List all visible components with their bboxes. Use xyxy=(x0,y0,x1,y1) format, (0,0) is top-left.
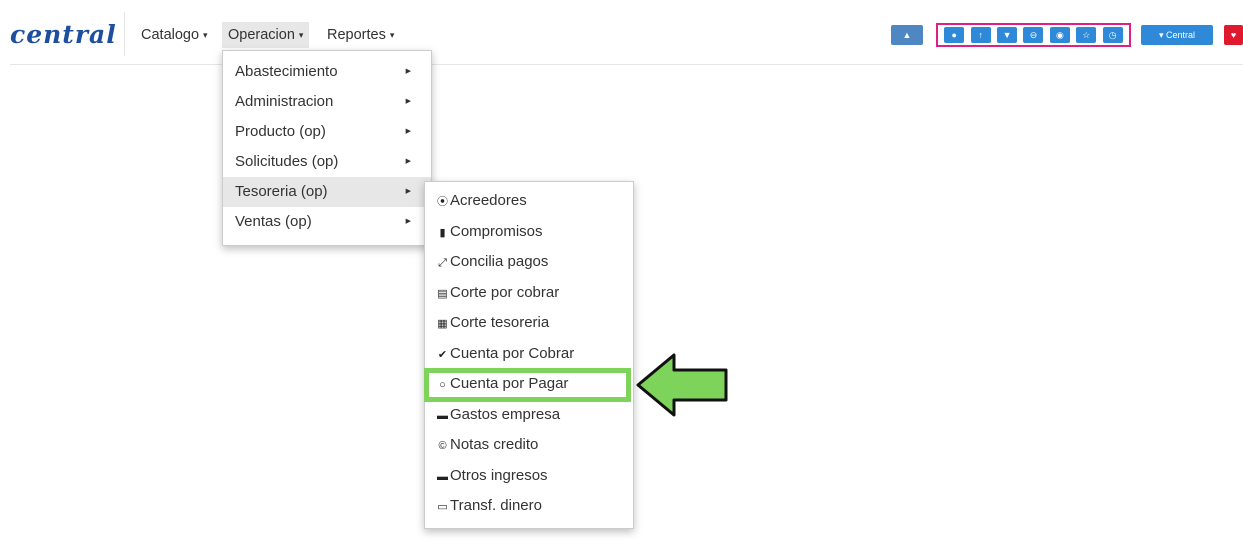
copyright-icon: © xyxy=(438,440,447,452)
menu-item-label: Solicitudes (op) xyxy=(235,153,339,170)
submenu-item-corte-por-cobrar[interactable]: ▤ Corte por cobrar xyxy=(425,278,633,308)
submenu-item-acreedores[interactable]: ⦿ Acreedores xyxy=(425,186,633,216)
submenu-item-label: Acreedores xyxy=(450,192,527,209)
submenu-item-transf-dinero[interactable]: ▭ Transf. dinero xyxy=(425,491,633,521)
menu-item-label: Ventas (op) xyxy=(235,213,312,230)
operacion-dropdown: Abastecimiento ▶ Administracion ▶ Produc… xyxy=(222,50,432,246)
nav-operacion[interactable]: Operacion ▾ xyxy=(222,22,310,48)
map-icon: ▲ xyxy=(902,30,912,40)
menu-item-tesoreria[interactable]: Tesoreria (op) ▶ xyxy=(223,177,431,207)
map-button[interactable]: ▲ xyxy=(891,25,923,45)
submenu-item-label: Corte tesoreria xyxy=(450,314,550,331)
compress-icon: ⤢ xyxy=(438,257,447,269)
submenu-item-cuenta-por-cobrar[interactable]: ✔ Cuenta por Cobrar xyxy=(425,339,633,369)
submenu-item-label: Corte por cobrar xyxy=(450,284,560,301)
nav-operacion-label: Operacion xyxy=(228,27,295,43)
navbar-bottom-border xyxy=(10,64,1243,65)
nav-reportes-label: Reportes xyxy=(327,27,386,43)
submenu-item-label: Gastos empresa xyxy=(450,406,561,423)
central-dropdown-button[interactable]: ▾ Central xyxy=(1141,25,1213,45)
tesoreria-submenu: ⦿ Acreedores ▮ Compromisos ⤢ Concilia pagos… xyxy=(424,181,634,529)
quick-icons-group: ● ↑ ▼ ⊖ ◉ ☆ ◷ xyxy=(936,23,1131,47)
circle-minus-icon[interactable]: ⊖ xyxy=(1023,27,1044,43)
caret-down-icon: ▾ xyxy=(1158,30,1164,40)
submenu-item-label: Concilia pagos xyxy=(450,253,549,270)
menu-item-abastecimiento[interactable]: Abastecimiento ▶ xyxy=(223,57,431,87)
caret-down-icon: ▾ xyxy=(298,30,304,41)
central-button-label: Central xyxy=(1166,30,1196,40)
paypal-icon: ▮ xyxy=(439,227,446,239)
submenu-item-gastos-empresa[interactable]: ▬ Gastos empresa xyxy=(425,400,633,430)
menu-item-producto[interactable]: Producto (op) ▶ xyxy=(223,117,431,147)
money-icon: ▬ xyxy=(437,410,448,422)
nav-catalogo-label: Catalogo xyxy=(141,27,200,43)
money-icon: ▬ xyxy=(437,471,448,483)
submenu-item-corte-tesoreria[interactable]: ▦ Corte tesoreria xyxy=(425,308,633,338)
menu-item-label: Abastecimiento xyxy=(235,63,338,80)
wire-transfer-icon: ▭ xyxy=(437,501,448,513)
caret-right-icon: ▶ xyxy=(405,158,411,165)
star-icon[interactable]: ☆ xyxy=(1076,27,1097,43)
check-circle-icon: ✔ xyxy=(437,349,448,361)
menu-item-ventas[interactable]: Ventas (op) ▶ xyxy=(223,207,431,237)
caret-right-icon: ▶ xyxy=(405,68,411,75)
brand-divider xyxy=(124,12,125,56)
pointer-arrow-icon xyxy=(636,353,728,417)
cart-icon: ▤ xyxy=(437,288,448,300)
menu-item-label: Producto (op) xyxy=(235,123,326,140)
submenu-item-label: Otros ingresos xyxy=(450,467,548,484)
menu-item-solicitudes[interactable]: Solicitudes (op) ▶ xyxy=(223,147,431,177)
brand-logo[interactable]: central xyxy=(10,20,117,49)
caret-down-icon: ▾ xyxy=(203,30,208,41)
caret-right-icon: ▶ xyxy=(405,98,411,105)
caret-right-icon: ▶ xyxy=(405,128,411,135)
heart-button[interactable]: ♥ xyxy=(1224,25,1243,45)
shield-icon[interactable]: ▼ xyxy=(997,27,1018,43)
menu-item-label: Tesoreria (op) xyxy=(235,183,328,200)
submenu-item-label: Compromisos xyxy=(450,223,543,240)
submenu-item-concilia-pagos[interactable]: ⤢ Concilia pagos xyxy=(425,247,633,277)
circle-chevron-icon: ⦿ xyxy=(437,196,448,208)
nav-reportes[interactable]: Reportes ▾ xyxy=(321,22,400,48)
submenu-item-notas-credito[interactable]: © Notas credito xyxy=(425,430,633,460)
submenu-item-compromisos[interactable]: ▮ Compromisos xyxy=(425,217,633,247)
menu-item-label: Administracion xyxy=(235,93,334,110)
submenu-item-label: Cuenta por Cobrar xyxy=(450,345,575,362)
submenu-item-label: Notas credito xyxy=(450,436,539,453)
book-icon: ▦ xyxy=(437,318,448,330)
highlight-box xyxy=(424,368,631,402)
globe-icon[interactable]: ● xyxy=(944,27,965,43)
submenu-item-otros-ingresos[interactable]: ▬ Otros ingresos xyxy=(425,461,633,491)
caret-right-icon: ▶ xyxy=(405,188,411,195)
nav-catalogo[interactable]: Catalogo ▾ xyxy=(135,22,214,48)
caret-right-icon: ▶ xyxy=(405,218,411,225)
upload-icon[interactable]: ↑ xyxy=(970,27,991,43)
submenu-item-label: Transf. dinero xyxy=(450,497,542,514)
menu-item-administracion[interactable]: Administracion ▶ xyxy=(223,87,431,117)
caret-down-icon: ▾ xyxy=(389,30,395,41)
clock-icon[interactable]: ◷ xyxy=(1102,27,1123,43)
heart-icon: ♥ xyxy=(1230,30,1237,40)
camera-icon[interactable]: ◉ xyxy=(1049,27,1070,43)
